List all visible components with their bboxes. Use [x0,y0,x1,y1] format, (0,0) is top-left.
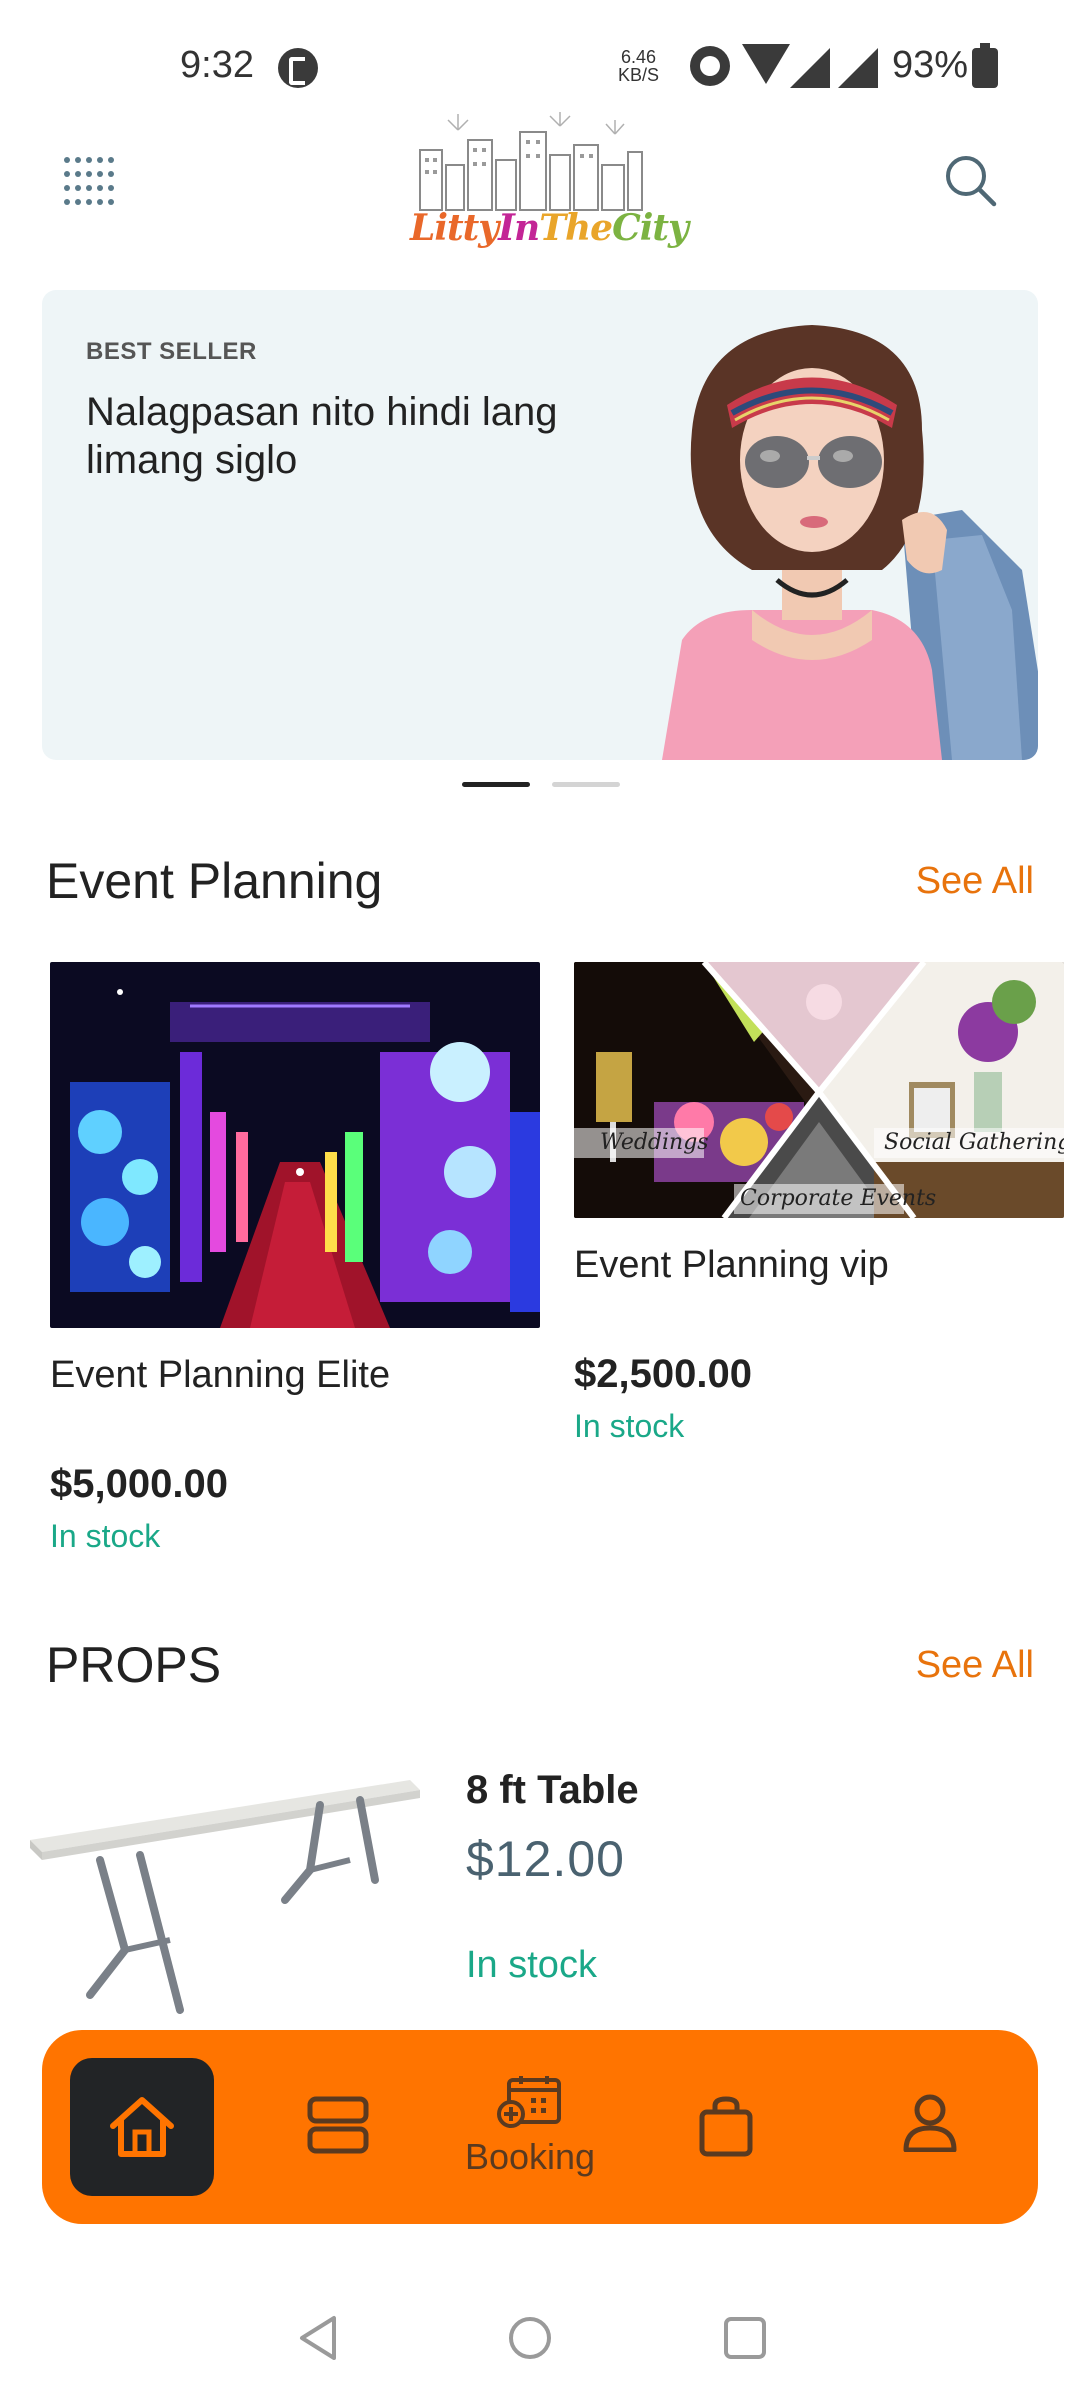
signal-icon [790,48,830,88]
logo[interactable]: LittyInTheCity [410,110,689,255]
see-all-event-planning-link[interactable]: See All [916,860,1034,903]
logo-text: LittyInTheCity [410,207,689,249]
section-title-props: PROPS [46,1637,222,1693]
app-screen: 9:32 6.46 KB/S 93% LittyInTheCity BEST S… [0,0,1080,2400]
image-caption-weddings: Weddings [600,1130,709,1155]
city-skyline-icon [419,112,643,211]
alarm-icon [690,46,730,86]
see-all-props-link[interactable]: See All [916,1644,1034,1687]
banner-title: Nalagpasan nito hindi lang limang siglo [86,390,558,482]
wifi-icon [742,44,790,84]
calendar-add-icon [497,2076,561,2128]
promo-banner[interactable]: BEST SELLER Nalagpasan nito hindi lang l… [42,290,1038,760]
nav-bag-button[interactable] [656,2030,796,2224]
table-product-image [30,1780,420,2014]
banner-pagination[interactable] [462,782,622,788]
product-stock-status: In stock [466,1944,597,1986]
menu-icon[interactable] [62,154,116,208]
network-speed: 6.46 KB/S [618,48,659,84]
banner-model-image [662,325,1038,760]
system-nav-bar [0,2290,1080,2400]
product-price: $12.00 [466,1831,625,1887]
logo-word-2: In [498,207,540,249]
network-speed-value: 6.46 [620,47,657,67]
home-circle-icon[interactable] [506,2314,554,2362]
pagination-dot[interactable] [552,782,620,787]
nav-categories-button[interactable] [268,2030,408,2224]
product-card-event-planning-vip[interactable]: Weddings Social Gatherings Corporate Eve… [574,962,1064,1472]
product-name: Event Planning vip [574,1244,889,1286]
image-caption-corporate-events: Corporate Events [740,1186,937,1211]
product-price: $5,000.00 [50,1462,228,1506]
logo-word-4: City [612,207,689,249]
pagination-dot-active[interactable] [462,782,530,787]
product-name: 8 ft Table [466,1768,639,1812]
shopping-bag-icon [699,2096,753,2157]
product-name: Event Planning Elite [50,1354,391,1396]
product-price: $2,500.00 [574,1352,752,1396]
image-caption-social-gatherings: Social Gatherings [884,1130,1064,1155]
app-header: LittyInTheCity [0,110,1080,260]
signal-icon-2 [838,48,878,88]
section-title-event-planning: Event Planning [46,853,383,909]
bottom-nav-bar: Booking [42,2030,1038,2224]
profile-icon [903,2094,957,2152]
nav-booking-label: Booking [464,2136,596,2177]
nav-profile-button[interactable] [860,2030,1000,2224]
product-stock-status: In stock [50,1518,161,1554]
event-planning-vip-image: Weddings Social Gatherings Corporate Eve… [574,962,1064,1218]
search-icon[interactable] [942,152,998,208]
battery-icon [972,43,998,88]
nav-home-button[interactable] [70,2058,214,2196]
battery-percent: 93% [892,44,969,86]
logo-word-3: The [539,207,613,249]
categories-icon [307,2096,369,2154]
product-card-event-planning-elite[interactable]: Event Planning Elite $5,000.00 In stock [50,962,540,1582]
status-time: 9:32 [180,44,254,86]
recents-icon[interactable] [722,2315,768,2361]
banner-tag: BEST SELLER [86,338,257,365]
back-icon[interactable] [296,2314,340,2362]
home-icon [110,2097,174,2157]
product-stock-status: In stock [574,1408,685,1444]
network-speed-unit: KB/S [618,65,660,85]
logo-word-1: Litty [410,207,499,249]
event-planning-elite-image [50,962,540,1328]
app-notification-icon [278,48,318,88]
nav-booking-button[interactable]: Booking [460,2030,600,2224]
